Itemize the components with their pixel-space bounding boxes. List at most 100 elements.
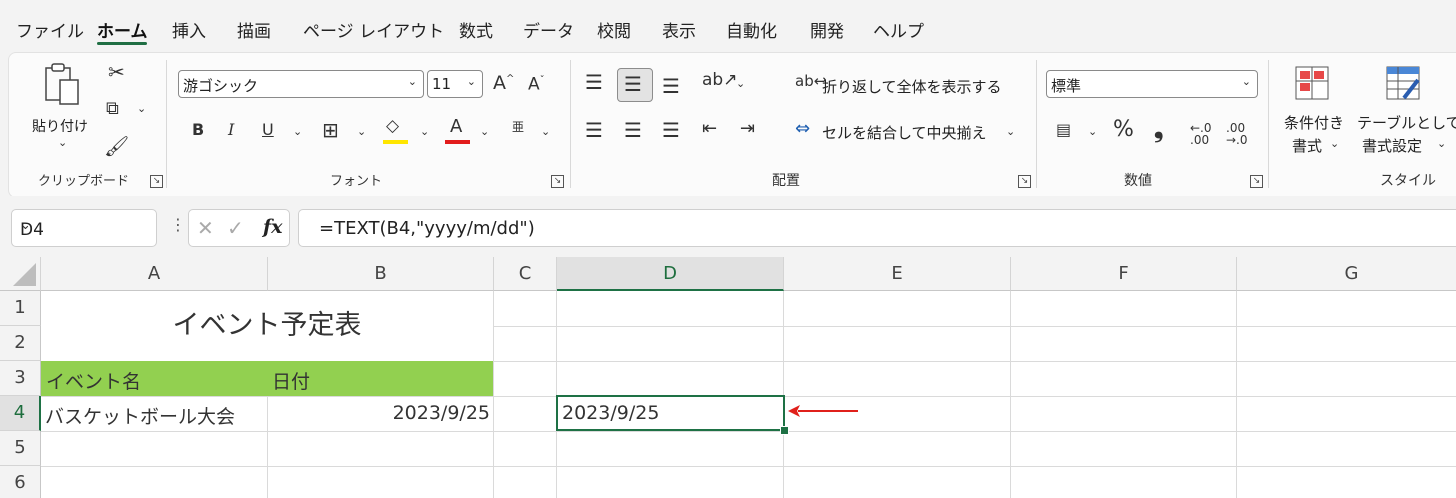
increase-indent-icon[interactable]: ⇥ <box>740 120 755 138</box>
tab-insert[interactable]: 挿入 <box>172 17 206 42</box>
format-as-table-label1[interactable]: テーブルとして <box>1357 112 1456 133</box>
column-header-e[interactable]: E <box>784 257 1011 291</box>
fill-color-chevron-icon[interactable]: ⌄ <box>420 126 429 137</box>
alignment-launcher-icon[interactable]: ↘ <box>1018 175 1031 188</box>
cell-a3[interactable]: イベント名 <box>46 367 141 394</box>
conditional-formatting-chevron-icon[interactable]: ⌄ <box>1330 138 1339 149</box>
align-bottom-icon[interactable]: ☰ <box>662 76 680 96</box>
cell-b4[interactable]: 2023/9/25 <box>268 402 490 424</box>
increase-font-icon[interactable]: A^ <box>493 74 514 93</box>
decrease-font-icon[interactable]: Aˇ <box>528 76 545 94</box>
title-cell-a1[interactable]: イベント予定表 <box>41 291 493 361</box>
column-header-a[interactable]: A <box>41 257 268 291</box>
font-launcher-icon[interactable]: ↘ <box>551 175 564 188</box>
column-header-b[interactable]: B <box>268 257 494 291</box>
percent-button[interactable]: % <box>1113 119 1134 141</box>
tab-automate[interactable]: 自動化 <box>726 17 777 42</box>
paste-button-label[interactable]: 貼り付け <box>32 116 88 136</box>
chevron-down-icon[interactable]: ⌄ <box>20 218 148 233</box>
row-header-5[interactable]: 5 <box>0 431 41 466</box>
cell-a4[interactable]: バスケットボール大会 <box>45 402 235 429</box>
decrease-decimal-icon[interactable]: .00 →.0 <box>1226 122 1248 146</box>
format-as-table-chevron-icon[interactable]: ⌄ <box>1437 138 1446 149</box>
italic-button[interactable]: I <box>228 122 234 138</box>
format-painter-icon[interactable]: 🖌 <box>104 136 129 156</box>
phonetic-icon[interactable]: 亜 <box>512 121 524 133</box>
paste-icon[interactable] <box>40 62 84 108</box>
tab-draw[interactable]: 描画 <box>237 17 271 42</box>
column-header-c[interactable]: C <box>494 257 557 291</box>
tab-help[interactable]: ヘルプ <box>873 17 924 42</box>
formula-input[interactable]: =TEXT(B4,"yyyy/m/dd") <box>298 209 1456 247</box>
tab-review[interactable]: 校閲 <box>597 17 631 42</box>
font-name-value: 游ゴシック <box>183 77 259 95</box>
underline-chevron-icon[interactable]: ⌄ <box>293 126 302 137</box>
tab-home[interactable]: ホーム <box>97 17 148 42</box>
font-color-chevron-icon[interactable]: ⌄ <box>480 126 489 137</box>
select-all-corner[interactable] <box>0 257 41 291</box>
ribbon-separator <box>1268 60 1269 188</box>
merge-chevron-icon[interactable]: ⌄ <box>1006 126 1015 137</box>
column-header-f[interactable]: F <box>1011 257 1237 291</box>
cell-b3[interactable]: 日付 <box>272 367 310 394</box>
name-box[interactable]: D4 ⌄ <box>11 209 157 247</box>
tab-page-layout[interactable]: ページ レイアウト <box>303 17 444 42</box>
align-top-icon[interactable]: ☰ <box>585 72 603 92</box>
phonetic-chevron-icon[interactable]: ⌄ <box>541 126 550 137</box>
align-right-icon[interactable]: ☰ <box>662 120 680 140</box>
fill-color-icon[interactable]: ◇ <box>386 118 399 135</box>
cut-icon[interactable]: ✂ <box>108 62 125 82</box>
copy-icon[interactable]: ⧉ <box>106 100 119 118</box>
orientation-icon[interactable]: ab↗ <box>702 72 737 89</box>
font-size-combo[interactable]: 11 ⌄ <box>427 70 483 98</box>
accounting-format-icon[interactable]: ▤ <box>1056 122 1071 138</box>
cancel-icon[interactable]: ✕ <box>197 216 214 240</box>
conditional-formatting-icon[interactable] <box>1295 66 1329 100</box>
row-header-1[interactable]: 1 <box>0 291 41 326</box>
menu-bar: ファイル ホーム 挿入 描画 ページ レイアウト 数式 データ 校閲 表示 自動… <box>0 0 1456 52</box>
row-header-4[interactable]: 4 <box>0 396 41 431</box>
borders-chevron-icon[interactable]: ⌄ <box>357 126 366 137</box>
increase-decimal-icon[interactable]: ←.0.00 <box>1190 122 1212 146</box>
insert-function-button[interactable]: fx <box>263 216 283 238</box>
copy-chevron-icon[interactable]: ⌄ <box>137 103 146 114</box>
borders-icon[interactable]: ⊞ <box>322 120 339 140</box>
font-color-icon[interactable]: A <box>450 118 462 136</box>
align-center-icon[interactable]: ☰ <box>624 120 642 140</box>
tab-formulas[interactable]: 数式 <box>459 17 493 42</box>
merge-center-button[interactable]: セルを結合して中央揃え <box>822 122 987 143</box>
row-header-6[interactable]: 6 <box>0 466 41 498</box>
conditional-formatting-label2[interactable]: 書式 <box>1292 135 1322 156</box>
row-header-3[interactable]: 3 <box>0 361 41 396</box>
fill-handle[interactable] <box>780 426 789 435</box>
orientation-chevron-icon[interactable]: ⌄ <box>736 78 745 89</box>
paste-chevron-icon[interactable]: ⌄ <box>58 137 67 148</box>
worksheet-grid[interactable]: A B C D E F G 1 2 3 4 5 6 イベント予定表 イベント名 … <box>0 257 1456 498</box>
row-header-2[interactable]: 2 <box>0 326 41 361</box>
conditional-formatting-label1[interactable]: 条件付き <box>1284 112 1344 133</box>
merge-center-icon[interactable]: ⇔ <box>795 120 810 138</box>
column-header-d[interactable]: D <box>557 257 784 291</box>
tab-data[interactable]: データ <box>523 17 574 42</box>
tab-developer[interactable]: 開発 <box>810 17 844 42</box>
column-header-g[interactable]: G <box>1237 257 1456 291</box>
bold-button[interactable]: B <box>192 122 204 138</box>
grid-line <box>493 291 494 498</box>
active-tab-indicator <box>97 42 147 45</box>
format-as-table-icon[interactable] <box>1386 66 1420 100</box>
align-left-icon[interactable]: ☰ <box>585 120 603 140</box>
tab-view[interactable]: 表示 <box>662 17 696 42</box>
font-name-combo[interactable]: 游ゴシック ⌄ <box>178 70 424 98</box>
enter-icon[interactable]: ✓ <box>227 216 244 240</box>
tab-file[interactable]: ファイル <box>16 17 84 42</box>
comma-button[interactable]: ❟ <box>1154 117 1163 141</box>
decrease-indent-icon[interactable]: ⇤ <box>702 120 717 138</box>
accounting-chevron-icon[interactable]: ⌄ <box>1088 126 1097 137</box>
format-as-table-label2[interactable]: 書式設定 <box>1362 135 1422 156</box>
more-options-icon[interactable]: ⋮ <box>170 217 186 233</box>
number-format-combo[interactable]: 標準 ⌄ <box>1046 70 1258 98</box>
clipboard-launcher-icon[interactable]: ↘ <box>150 175 163 188</box>
number-launcher-icon[interactable]: ↘ <box>1250 175 1263 188</box>
underline-button[interactable]: U <box>262 122 274 138</box>
wrap-text-button[interactable]: 折り返して全体を表示する <box>822 76 1002 97</box>
